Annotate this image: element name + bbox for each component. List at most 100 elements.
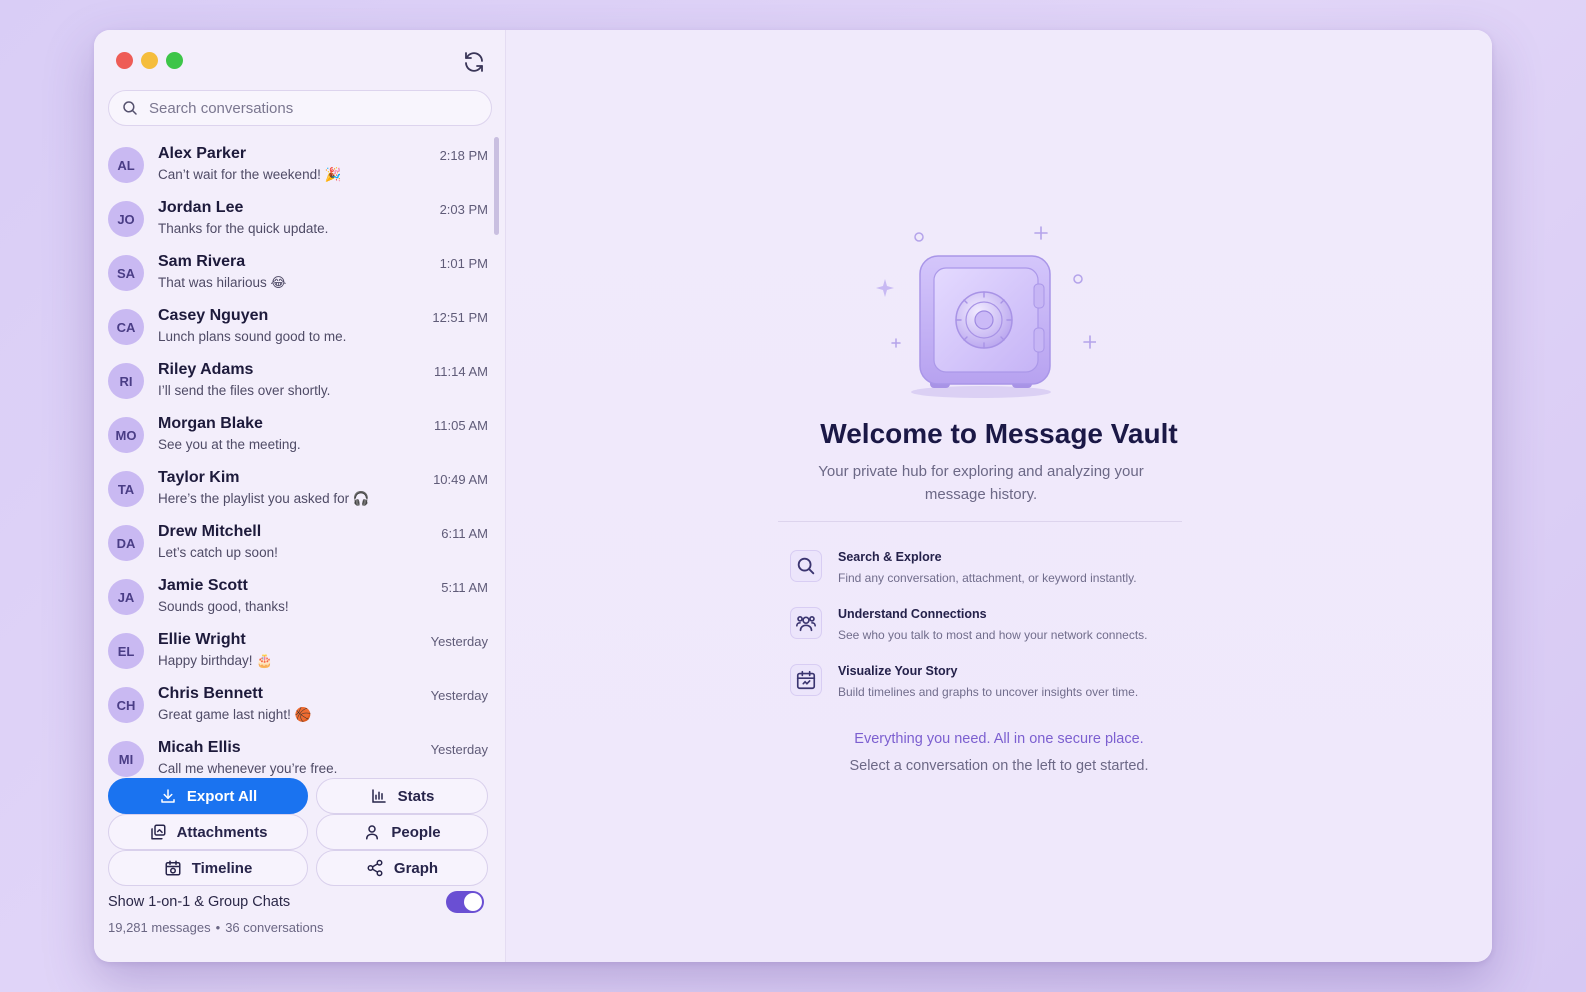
conversation-count: 36 conversations — [225, 920, 324, 935]
graph-button[interactable]: Graph — [316, 850, 488, 886]
conversation-row[interactable]: TA Taylor Kim Here’s the playlist you as… — [108, 462, 488, 516]
zoom-window-button[interactable] — [166, 52, 183, 69]
download-icon — [161, 789, 175, 803]
message-time: 10:49 AM — [433, 472, 488, 487]
welcome-title: Welcome to Message Vault — [820, 418, 1178, 449]
feature-title: Search & Explore — [838, 550, 942, 564]
attachments-label: Attachments — [176, 823, 268, 841]
contact-name: Drew Mitchell — [158, 523, 262, 540]
message-time: 6:11 AM — [441, 526, 488, 541]
avatar: CA — [108, 309, 144, 345]
message-preview: Happy birthday! 🎂 — [158, 653, 274, 668]
attachments-icon — [150, 824, 166, 840]
conversation-row[interactable]: AL Alex Parker Can’t wait for the weeken… — [108, 138, 488, 192]
conversation-row[interactable]: MO Morgan Blake See you at the meeting. … — [108, 408, 488, 462]
calendar-clock-icon — [165, 860, 181, 876]
feature-description: Build timelines and graphs to uncover in… — [838, 685, 1139, 699]
person-icon — [366, 825, 379, 840]
feature-description: See who you talk to most and how your ne… — [838, 628, 1148, 642]
search-bar — [108, 90, 492, 126]
contact-name: Taylor Kim — [158, 469, 240, 486]
contact-name: Jamie Scott — [158, 577, 248, 594]
feature-description: Find any conversation, attachment, or ke… — [838, 571, 1137, 585]
get-started-hint: Select a conversation on the left to get… — [849, 758, 1149, 774]
close-window-button[interactable] — [116, 52, 133, 69]
people-label: People — [391, 823, 441, 841]
feature-title: Visualize Your Story — [838, 664, 958, 678]
search-icon — [123, 101, 137, 115]
divider — [778, 521, 1182, 522]
welcome-subtitle: Your private hub for exploring and analy… — [818, 463, 1144, 503]
chat-type-toggle-label: Show 1-on-1 & Group Chats — [108, 894, 291, 910]
message-stats: 19,281 messages • 36 conversations — [108, 920, 323, 935]
conversation-list: AL Alex Parker Can’t wait for the weeken… — [94, 136, 498, 816]
avatar: EL — [108, 633, 144, 669]
message-preview: Lunch plans sound good to me. — [158, 329, 347, 344]
timeline-button[interactable]: Timeline — [108, 850, 308, 886]
welcome-panel: Welcome to Message Vault Your private hu… — [506, 30, 1492, 962]
contact-name: Ellie Wright — [158, 631, 246, 648]
avatar: SA — [108, 255, 144, 291]
graph-label: Graph — [393, 859, 439, 877]
conversation-row[interactable]: CH Chris Bennett Great game last night! … — [108, 678, 488, 732]
message-preview: Sounds good, thanks! — [158, 599, 289, 614]
message-count: 19,281 messages — [108, 920, 211, 935]
message-time: 11:05 AM — [434, 418, 488, 433]
conversation-row[interactable]: DA Drew Mitchell Let’s catch up soon! 6:… — [108, 516, 488, 570]
search-input[interactable] — [149, 99, 469, 117]
feature-title: Understand Connections — [838, 607, 987, 621]
avatar: MO — [108, 417, 144, 453]
conversation-row[interactable]: EL Ellie Wright Happy birthday! 🎂 Yester… — [108, 624, 488, 678]
share-graph-icon — [367, 859, 383, 877]
contact-name: Riley Adams — [158, 361, 254, 378]
stats-label: Stats — [397, 787, 435, 805]
avatar: CH — [108, 687, 144, 723]
message-time: Yesterday — [430, 634, 488, 649]
message-preview: See you at the meeting. — [158, 437, 301, 452]
conversation-row[interactable]: SA Sam Rivera That was hilarious 😂 1:01 … — [108, 246, 488, 300]
message-preview: Can’t wait for the weekend! 🎉 — [158, 167, 342, 182]
contact-name: Alex Parker — [158, 145, 247, 162]
tagline: Everything you need. All in one secure p… — [854, 731, 1144, 747]
minimize-window-button[interactable] — [141, 52, 158, 69]
feature-search-explore: Search & Explore Find any conversation, … — [790, 550, 1190, 596]
app-window: AL Alex Parker Can’t wait for the weeken… — [94, 30, 1492, 962]
message-preview: Let’s catch up soon! — [158, 545, 278, 560]
search-icon — [790, 550, 822, 582]
avatar: TA — [108, 471, 144, 507]
people-button[interactable]: People — [316, 814, 488, 850]
attachments-button[interactable]: Attachments — [108, 814, 308, 850]
stats-separator: • — [215, 920, 221, 935]
chat-type-toggle[interactable] — [446, 891, 484, 913]
message-preview: Call me whenever you’re free. — [158, 761, 338, 776]
message-time: 2:18 PM — [439, 148, 488, 163]
message-time: Yesterday — [430, 742, 488, 757]
contact-name: Jordan Lee — [158, 199, 244, 216]
window-controls — [116, 52, 183, 69]
sidebar: AL Alex Parker Can’t wait for the weeken… — [94, 30, 506, 962]
message-preview: Here’s the playlist you asked for 🎧 — [158, 491, 370, 506]
message-preview: Thanks for the quick update. — [158, 221, 329, 236]
export-all-label: Export All — [186, 787, 258, 805]
feature-visualize-story: Visualize Your Story Build timelines and… — [790, 664, 1190, 710]
feature-understand-connections: Understand Connections See who you talk … — [790, 607, 1190, 653]
conversation-row[interactable]: JO Jordan Lee Thanks for the quick updat… — [108, 192, 488, 246]
message-preview: That was hilarious 😂 — [158, 275, 287, 290]
people-icon — [790, 607, 822, 639]
conversation-row[interactable]: JA Jamie Scott Sounds good, thanks! 5:11… — [108, 570, 488, 624]
avatar: RI — [108, 363, 144, 399]
stats-button[interactable]: Stats — [316, 778, 488, 814]
message-time: 1:01 PM — [439, 256, 488, 271]
bar-chart-icon — [371, 789, 386, 803]
export-all-button[interactable]: Export All — [108, 778, 308, 814]
avatar: JO — [108, 201, 144, 237]
refresh-icon[interactable] — [462, 50, 486, 74]
message-time: 12:51 PM — [432, 310, 488, 325]
message-time: Yesterday — [430, 688, 488, 703]
contact-name: Micah Ellis — [158, 739, 241, 756]
conversation-row[interactable]: CA Casey Nguyen Lunch plans sound good t… — [108, 300, 488, 354]
avatar: MI — [108, 741, 144, 777]
conversation-row[interactable]: RI Riley Adams I’ll send the files over … — [108, 354, 488, 408]
toggle-knob — [464, 893, 482, 911]
message-time: 11:14 AM — [434, 364, 488, 379]
